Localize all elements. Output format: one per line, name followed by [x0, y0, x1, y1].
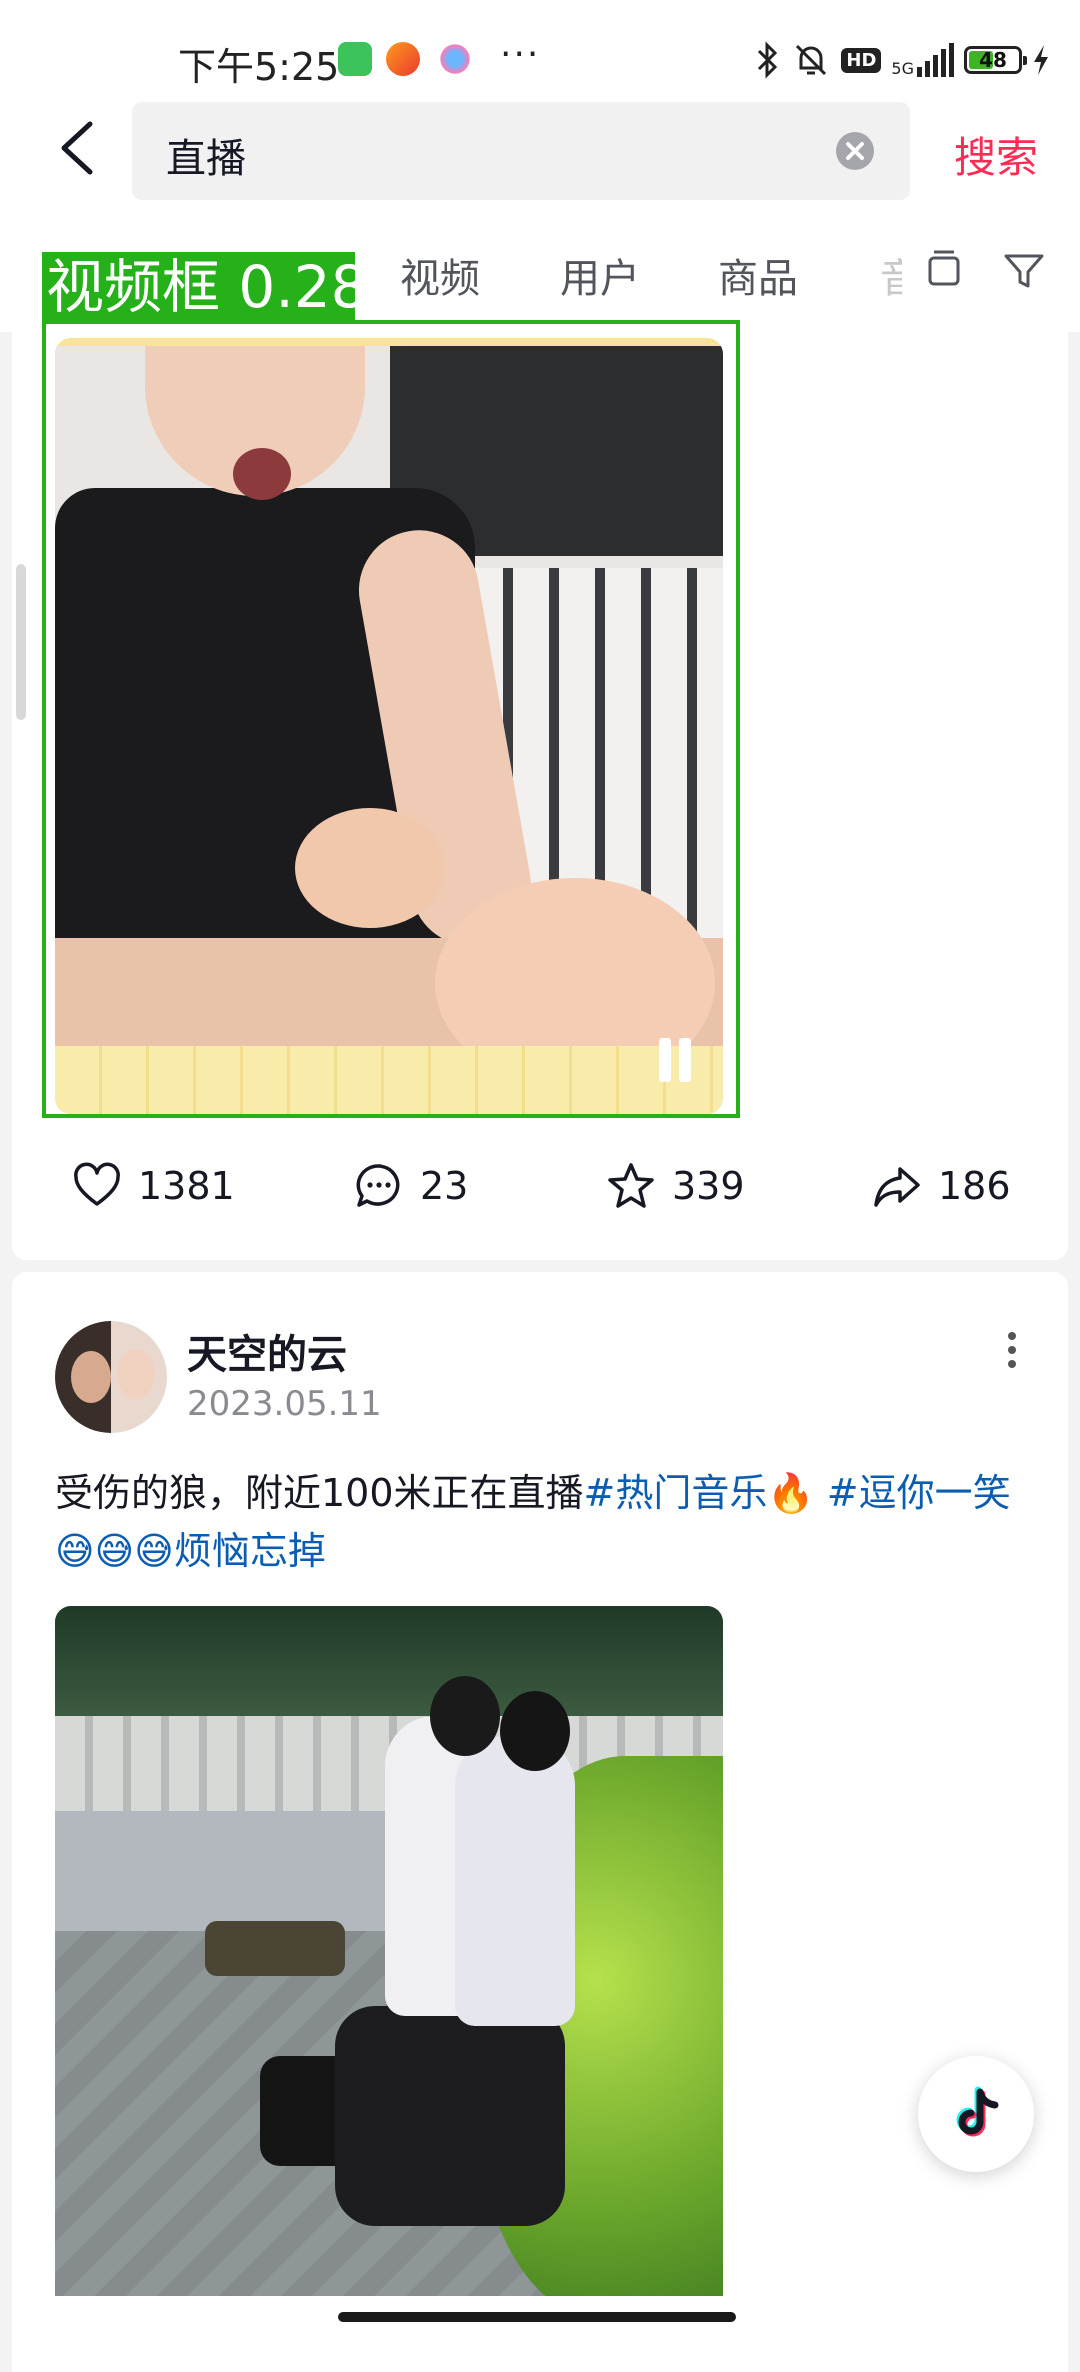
search-header: 直播 搜索	[0, 100, 1080, 220]
scroll-indicator	[16, 564, 26, 720]
more-dots-icon: ···	[500, 34, 541, 75]
share-count: 186	[938, 1164, 1011, 1208]
heart-icon	[74, 1162, 120, 1206]
douyin-floating-button[interactable]	[918, 2056, 1034, 2172]
tab-music-partial[interactable]: 音	[880, 246, 902, 304]
video-frame	[500, 1691, 570, 1771]
hd-icon: HD	[841, 47, 882, 73]
caption-text: 受伤的狼，附近100米正在直播	[55, 1471, 584, 1515]
douyin-logo-icon	[956, 2086, 999, 2137]
58-app-icon	[386, 42, 420, 76]
video-frame	[430, 1676, 500, 1756]
hashtag-link[interactable]: #热门音乐🔥	[584, 1471, 815, 1515]
avatar-photo	[71, 1351, 111, 1403]
tab-video[interactable]: 视频	[400, 246, 480, 304]
like-button[interactable]: 1381	[72, 1158, 235, 1214]
video-frame	[205, 1921, 345, 1976]
comment-icon	[356, 1164, 400, 1207]
close-icon	[846, 142, 864, 160]
search-query[interactable]: 直播	[166, 126, 246, 184]
post-date: 2023.05.11	[187, 1384, 382, 1424]
search-input[interactable]: 直播	[132, 102, 910, 200]
status-time: 下午5:25	[178, 45, 340, 89]
clear-search-button[interactable]	[836, 132, 874, 170]
author-name[interactable]: 天空的云	[187, 1322, 347, 1380]
video-frame	[335, 2006, 565, 2226]
avatar-photo	[117, 1349, 155, 1399]
video-frame	[233, 448, 291, 500]
back-arrow-icon[interactable]	[50, 118, 110, 178]
mute-bell-icon	[796, 44, 827, 76]
avatar[interactable]	[55, 1321, 167, 1433]
video-player-2[interactable]	[55, 1606, 723, 2296]
home-indicator[interactable]	[338, 2312, 736, 2322]
favorite-button[interactable]: 339	[606, 1158, 745, 1214]
video-frame	[55, 1606, 723, 1716]
tab-products[interactable]: 商品	[718, 246, 798, 304]
comment-count: 23	[420, 1164, 469, 1208]
share-arrow-icon	[874, 1167, 920, 1207]
battery-level: 48	[979, 48, 1007, 72]
like-count: 1381	[138, 1164, 235, 1208]
pause-icon[interactable]	[655, 1038, 695, 1082]
post-caption: 受伤的狼，附近100米正在直播#热门音乐🔥 #逗你一笑😅😅😅烦恼忘掉	[55, 1464, 1035, 1580]
5g-signal-icon: 5G	[891, 43, 954, 77]
layout-toggle-icon[interactable]	[920, 246, 968, 294]
post-1-actions: 1381 23 339 186	[0, 1150, 1080, 1220]
wechat-icon	[338, 42, 372, 76]
star-icon	[608, 1163, 654, 1208]
filter-icon[interactable]	[1000, 246, 1048, 294]
bluetooth-icon	[758, 41, 778, 79]
status-bar: 下午5:25 ··· HD 5G 48	[0, 0, 1080, 100]
network-label: 5G	[891, 59, 914, 78]
search-button[interactable]: 搜索	[954, 124, 1038, 185]
video-frame	[455, 1736, 575, 2026]
more-options-icon[interactable]	[996, 1326, 1028, 1374]
video-frame	[295, 808, 445, 928]
cloud-app-icon	[438, 42, 472, 76]
comment-button[interactable]: 23	[354, 1158, 468, 1214]
video-frame	[55, 1046, 723, 1114]
status-right-icons: HD 5G 48	[755, 38, 1050, 82]
video-player-1[interactable]	[55, 338, 723, 1114]
detection-label: 视频框 0.28	[42, 252, 368, 322]
share-button[interactable]: 186	[872, 1158, 1011, 1214]
favorite-count: 339	[672, 1164, 745, 1208]
battery-icon: 48	[964, 46, 1027, 74]
charging-icon	[1034, 45, 1048, 75]
tab-users[interactable]: 用户	[560, 246, 640, 304]
